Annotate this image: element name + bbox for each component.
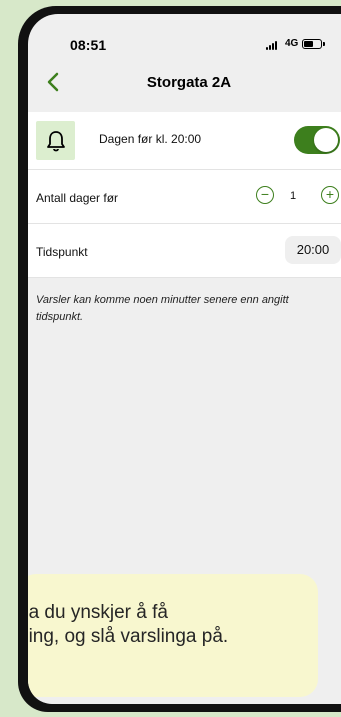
status-bar: 08:51 4G bbox=[28, 14, 341, 53]
bell-icon bbox=[47, 131, 65, 152]
nav-bar: Storgata 2A bbox=[28, 64, 341, 100]
time-picker-button[interactable]: 20:00 bbox=[285, 236, 341, 264]
chevron-left-icon[interactable] bbox=[42, 70, 66, 94]
bell-icon-box bbox=[36, 121, 75, 160]
tip-text: da du ynskjer å få ning, og slå varsling… bbox=[28, 602, 229, 647]
status-time: 08:51 bbox=[70, 37, 107, 53]
toggle-knob bbox=[314, 128, 338, 152]
tip-bubble: da du ynskjer å få ning, og slå varsling… bbox=[28, 574, 318, 697]
app-screen: 08:51 4G Storgata 2A Dagen før kl. 20:00… bbox=[28, 14, 341, 704]
time-row: Tidspunkt 20:00 bbox=[28, 224, 341, 278]
stage: 08:51 4G Storgata 2A Dagen før kl. 20:00… bbox=[0, 0, 341, 717]
reminder-label: Dagen før kl. 20:00 bbox=[99, 132, 202, 146]
time-label: Tidspunkt bbox=[36, 245, 88, 259]
increase-days-button[interactable]: + bbox=[321, 186, 339, 204]
battery-cap bbox=[323, 42, 325, 46]
decrease-days-button[interactable]: − bbox=[256, 186, 274, 204]
days-before-value: 1 bbox=[290, 190, 297, 202]
days-before-row: Antall dager før − 1 + bbox=[28, 170, 341, 224]
settings-list: Dagen før kl. 20:00 Antall dager før − 1… bbox=[28, 112, 341, 278]
network-label: 4G bbox=[285, 38, 299, 49]
days-before-label: Antall dager før bbox=[36, 191, 119, 205]
reminder-row: Dagen før kl. 20:00 bbox=[28, 112, 341, 170]
signal-icon bbox=[266, 41, 281, 50]
page-title: Storgata 2A bbox=[146, 74, 232, 91]
battery-icon bbox=[302, 39, 322, 49]
phone-frame: 08:51 4G Storgata 2A Dagen før kl. 20:00… bbox=[18, 6, 341, 712]
notification-note: Varsler kan komme noen minutter senere e… bbox=[36, 294, 289, 323]
reminder-toggle[interactable] bbox=[294, 126, 340, 154]
